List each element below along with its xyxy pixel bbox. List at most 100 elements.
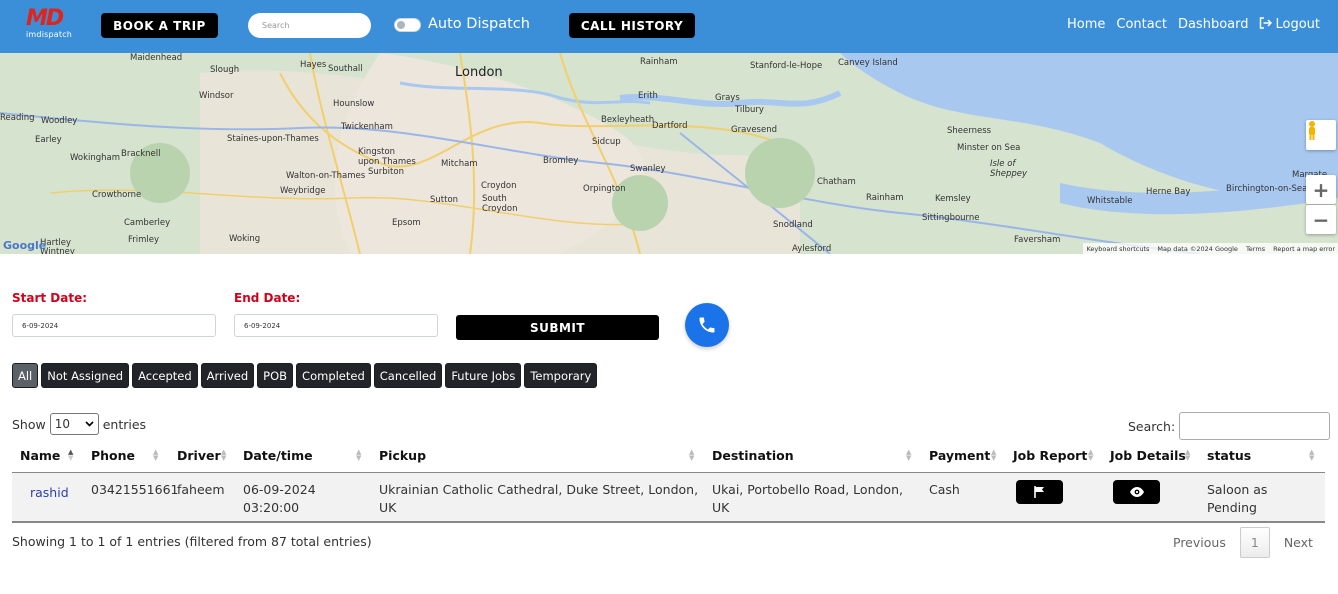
sort-icon: ▲ ▼ xyxy=(1088,448,1094,462)
terms-link[interactable]: Terms xyxy=(1246,245,1265,253)
tab-not-assigned[interactable]: Not Assigned xyxy=(41,363,130,388)
sort-icon: ▲ ▼ xyxy=(1185,448,1191,462)
header-status[interactable]: status xyxy=(1207,448,1251,463)
tab-accepted[interactable]: Accepted xyxy=(132,363,198,388)
cell-time: 03:20:00 xyxy=(243,500,300,515)
tab-temporary[interactable]: Temporary xyxy=(524,363,598,388)
map-label: Kingston upon Thames xyxy=(358,147,416,167)
zoom-out-button[interactable]: − xyxy=(1306,205,1336,234)
entries-select[interactable]: 10 xyxy=(49,413,99,435)
header-phone[interactable]: Phone xyxy=(91,448,135,463)
navbar: MD imdispatch BOOK A TRIP Search Auto Di… xyxy=(0,0,1338,53)
report-error-link[interactable]: Report a map error xyxy=(1273,245,1335,253)
map-label: Epsom xyxy=(392,218,421,228)
map-label: Orpington xyxy=(583,184,626,194)
map-label: Chatham xyxy=(817,177,856,187)
header-job-details[interactable]: Job Details xyxy=(1110,448,1186,463)
map-label: Kemsley xyxy=(935,194,971,204)
map[interactable]: Maidenhead Hayes Southall London Rainham… xyxy=(0,53,1338,254)
map-label: London xyxy=(455,65,503,80)
job-report-button[interactable] xyxy=(1016,480,1063,504)
header-datetime[interactable]: Date/time xyxy=(243,448,313,463)
show-entries: Show 10 entries xyxy=(12,413,146,435)
job-details-button[interactable] xyxy=(1113,480,1160,504)
map-label: Sidcup xyxy=(592,137,621,147)
tab-arrived[interactable]: Arrived xyxy=(200,363,255,388)
cell-destination: Ukai, Portobello Road, London, UK xyxy=(712,481,903,517)
cell-payment: Cash xyxy=(929,482,960,497)
nav-dashboard-link[interactable]: Dashboard xyxy=(1178,17,1249,33)
start-date-input[interactable]: 6-09-2024 xyxy=(12,314,216,337)
header-pickup[interactable]: Pickup xyxy=(379,448,426,463)
call-history-button[interactable]: CALL HISTORY xyxy=(569,13,695,38)
header-driver[interactable]: Driver xyxy=(177,448,221,463)
street-view-pegman-icon[interactable] xyxy=(1306,120,1336,150)
phone-icon xyxy=(699,317,715,333)
map-label: Walton-on-Thames xyxy=(286,171,366,181)
map-label: Bexleyheath xyxy=(601,115,655,125)
cell-status-line1: Saloon as xyxy=(1207,482,1268,497)
phone-button[interactable] xyxy=(685,303,729,347)
end-date-label: End Date: xyxy=(234,291,301,305)
map-label: Stanford-le-Hope xyxy=(750,61,823,71)
header-payment[interactable]: Payment xyxy=(929,448,990,463)
nav-search-input[interactable]: Search xyxy=(248,13,371,38)
flag-icon xyxy=(1034,486,1044,498)
sort-asc-icon: ▲ ▼ xyxy=(68,448,74,462)
cell-status-line2: Pending xyxy=(1207,500,1257,515)
nav-logout-link[interactable]: Logout xyxy=(1275,17,1320,33)
table-search: Search: xyxy=(1128,412,1331,440)
keyboard-shortcuts-link[interactable]: Keyboard shortcuts xyxy=(1086,245,1149,253)
map-label: Woking xyxy=(229,234,261,244)
header-destination[interactable]: Destination xyxy=(712,448,794,463)
map-label: Erith xyxy=(638,91,658,101)
map-label: Maidenhead xyxy=(130,53,183,63)
map-label: Mitcham xyxy=(441,159,478,169)
map-label: Dartford xyxy=(652,121,688,131)
auto-dispatch-toggle[interactable] xyxy=(394,18,421,32)
map-label: Minster on Sea xyxy=(957,143,1021,153)
map-label: Rainham xyxy=(640,57,678,67)
eye-icon xyxy=(1129,487,1144,497)
header-job-report[interactable]: Job Report xyxy=(1013,448,1087,463)
end-date-input[interactable]: 6-09-2024 xyxy=(234,314,438,337)
cell-pickup: Ukrainian Catholic Cathedral, Duke Stree… xyxy=(379,481,698,517)
tab-completed[interactable]: Completed xyxy=(296,363,371,388)
table-row: rashid 03421551661 faheem 06-09-2024 03:… xyxy=(12,473,1325,523)
map-label: Isle of Sheppey xyxy=(990,159,1028,179)
map-label: Reading xyxy=(0,113,35,123)
tab-future-jobs[interactable]: Future Jobs xyxy=(445,363,522,388)
google-logo: Google xyxy=(3,239,47,252)
header-name[interactable]: Name xyxy=(20,448,60,463)
next-button[interactable]: Next xyxy=(1284,535,1313,550)
map-label: Herne Bay xyxy=(1146,187,1191,197)
sort-icon: ▲ ▼ xyxy=(906,448,912,462)
map-label: Frimley xyxy=(128,235,160,245)
tab-cancelled[interactable]: Cancelled xyxy=(373,363,443,388)
map-label: Snodland xyxy=(773,220,813,230)
table-search-input[interactable] xyxy=(1179,412,1331,440)
cell-pickup-line1: Ukrainian Catholic Cathedral, Duke Stree… xyxy=(379,482,699,497)
tab-all[interactable]: All xyxy=(12,363,39,388)
map-label: Sutton xyxy=(430,195,459,205)
cell-name[interactable]: rashid xyxy=(30,484,69,502)
submit-button[interactable]: SUBMIT xyxy=(456,315,659,340)
sort-icon: ▲ ▼ xyxy=(1309,448,1315,462)
previous-button[interactable]: Previous xyxy=(1173,535,1226,550)
tab-pob[interactable]: POB xyxy=(257,363,294,388)
logo[interactable]: MD imdispatch xyxy=(26,6,78,40)
sort-icon: ▲ ▼ xyxy=(689,448,695,462)
nav-contact-link[interactable]: Contact xyxy=(1116,17,1167,33)
zoom-in-button[interactable]: + xyxy=(1306,175,1336,204)
map-label: Swanley xyxy=(630,164,666,174)
book-trip-button[interactable]: BOOK A TRIP xyxy=(101,13,218,38)
status-tabs: All Not Assigned Accepted Arrived POB Co… xyxy=(12,363,598,388)
sort-icon: ▲ ▼ xyxy=(221,448,227,462)
map-label: Canvey Island xyxy=(838,58,898,68)
sort-icon: ▲ ▼ xyxy=(153,448,159,462)
cell-date: 06-09-2024 xyxy=(243,482,316,497)
nav-home-link[interactable]: Home xyxy=(1067,17,1105,33)
page-1-button[interactable]: 1 xyxy=(1239,527,1270,558)
map-label: Surbiton xyxy=(368,167,404,177)
logo-brand: imdispatch xyxy=(26,30,73,39)
